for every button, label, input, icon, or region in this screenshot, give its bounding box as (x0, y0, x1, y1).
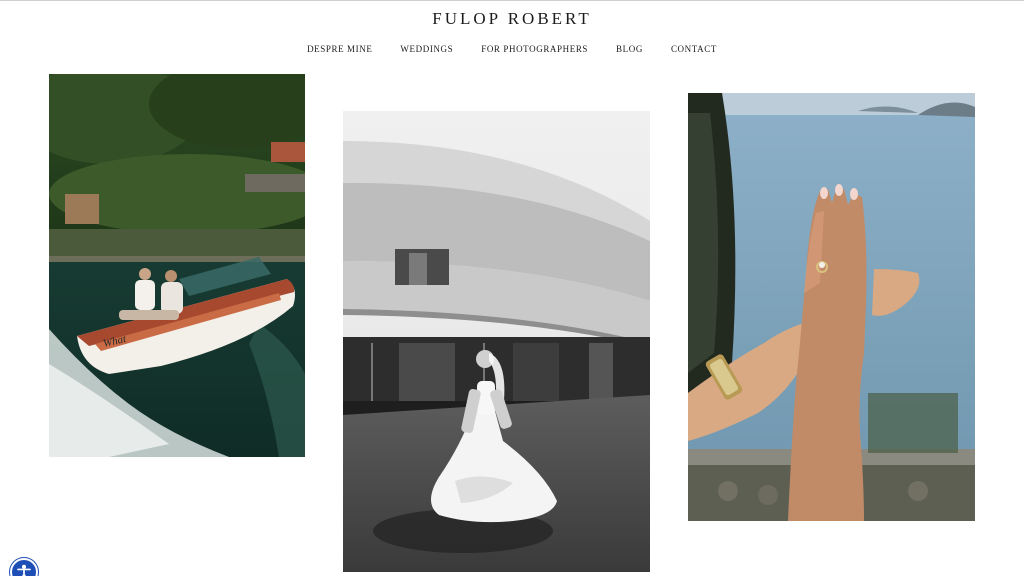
nav-item-contact[interactable]: CONTACT (671, 44, 717, 54)
site-logo-title[interactable]: FULOP ROBERT (0, 9, 1024, 29)
hands-photo-image (688, 93, 975, 521)
accessibility-button[interactable] (10, 558, 38, 576)
main-navigation: DESPRE MINE WEDDINGS FOR PHOTOGRAPHERS B… (0, 44, 1024, 54)
nav-item-for-photographers[interactable]: FOR PHOTOGRAPHERS (481, 44, 588, 54)
nav-item-despre-mine[interactable]: DESPRE MINE (307, 44, 372, 54)
boat-photo-image: What (49, 74, 305, 457)
gallery-photo-hands[interactable] (688, 93, 975, 521)
nav-item-weddings[interactable]: WEDDINGS (400, 44, 453, 54)
bride-photo-image (343, 111, 650, 572)
gallery-photo-bride[interactable] (343, 111, 650, 572)
nav-item-blog[interactable]: BLOG (616, 44, 643, 54)
top-divider (0, 0, 1024, 1)
gallery-photo-boat[interactable]: What (49, 74, 305, 457)
accessibility-icon (17, 564, 31, 576)
